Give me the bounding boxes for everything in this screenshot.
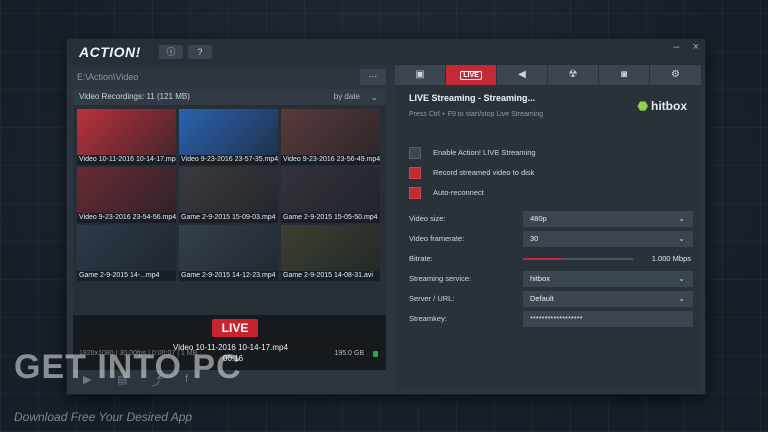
streaming-service-label: Streaming service: [409,274,472,283]
enable-live-checkbox[interactable] [409,147,421,159]
tab-screenshot[interactable]: ◙ [599,65,650,85]
minimize-icon[interactable]: – [673,41,679,53]
thumbnail-image [77,225,176,271]
action-window: ACTION! ⓘ ? – × E:\Action\Video ... Vide… [66,38,706,395]
browse-button[interactable]: ... [360,69,386,85]
camera-icon: ◙ [620,69,628,80]
streaming-service-row: Streaming service: hitbox ⌄ [409,271,693,287]
help-button[interactable]: ? [188,45,212,59]
thumbnail-image [281,109,380,155]
chevron-down-icon[interactable]: ⌄ [370,89,378,105]
thumbnail-image [77,109,176,155]
tab-benchmark[interactable]: ☢ [548,65,599,85]
auto-reconnect-label: Auto-reconnect [433,188,484,197]
stream-status-title: LIVE Streaming - Streaming... [409,93,536,103]
chevron-down-icon: ⌄ [678,214,685,223]
bitrate-row: Bitrate: 1.000 Mbps [409,251,691,267]
thumbnail-caption: Game 2-9-2015 14-...mp4 [79,272,160,279]
enable-live-label: Enable Action! LIVE Streaming [433,148,536,157]
recordings-panel: Video Recordings: 11 (121 MB) by date ⌄ … [73,89,386,370]
thumbnail-caption: Game 2-9-2015 14-08-31.avi [283,272,373,279]
thumbnail-image [179,109,278,155]
server-url-row: Server / URL: Default ⌄ [409,291,693,307]
live-tab-label: LIVE [460,71,482,80]
close-icon[interactable]: × [693,41,699,53]
thumbnail-caption: Game 2-9-2015 15-05-50.mp4 [283,214,378,221]
hitbox-logo: ⬣ hitbox [637,99,687,113]
tab-settings[interactable]: ⚙ [650,65,702,85]
benchmark-icon: ☢ [568,69,578,80]
disk-space: 195.0 GB [334,350,364,357]
streamkey-label: Streamkey: [409,314,447,323]
tab-audio[interactable]: ◀ [497,65,548,85]
sort-dropdown[interactable]: by date [334,89,360,105]
thumbnail-caption: Video 9-23-2016 23-57-35.mp4 [181,156,278,163]
thumbnail-image [281,225,380,271]
title-bar: ACTION! ⓘ ? – × [67,39,705,65]
tab-bar: ▣ LIVE ◀ ☢ ◙ ⚙ [395,65,702,85]
thumbnail-caption: Video 9-23-2016 23-56-49.mp4 [283,156,380,163]
video-size-select[interactable]: 480p ⌄ [523,211,693,227]
thumbnail-image [179,167,278,213]
app-logo: ACTION! [79,44,141,60]
thumbnail-image [77,167,176,213]
watermark-title: GET INTO PC [14,348,242,386]
recordings-header: Video Recordings: 11 (121 MB) by date ⌄ [73,89,386,105]
record-stream-checkbox[interactable] [409,167,421,179]
auto-reconnect-checkbox[interactable] [409,187,421,199]
record-icon: ▣ [415,69,425,80]
chevron-down-icon: ⌄ [678,274,685,283]
gear-icon: ⚙ [671,69,680,80]
record-stream-label: Record streamed video to disk [433,168,535,177]
bitrate-label: Bitrate: [409,254,433,263]
recording-thumbnail[interactable]: Game 2-9-2015 14-08-31.avi [281,225,380,281]
output-path: E:\Action\Video [77,72,139,82]
recording-thumbnail[interactable]: Video 9-23-2016 23-56-49.mp4 [281,109,380,165]
server-url-select[interactable]: Default ⌄ [523,291,693,307]
bitrate-slider[interactable] [523,258,633,260]
recording-thumbnail[interactable]: Game 2-9-2015 15-09-03.mp4 [179,167,278,223]
server-url-label: Server / URL: [409,294,455,303]
recording-thumbnail[interactable]: Video 10-11-2016 10-14-17.mp4 [77,109,176,165]
recording-thumbnail[interactable]: Video 9-23-2016 23-54-56.mp4 [77,167,176,223]
stream-hotkey-hint: Press Ctrl + F9 to start/stop Live Strea… [409,111,544,118]
recording-thumbnail[interactable]: Video 9-23-2016 23-57-35.mp4 [179,109,278,165]
chevron-down-icon: ⌄ [678,234,685,243]
thumbnail-caption: Video 9-23-2016 23-54-56.mp4 [79,214,176,221]
video-size-row: Video size: 480p ⌄ [409,211,693,227]
bitrate-value: 1.000 Mbps [651,254,691,263]
thumbnail-image [179,225,278,271]
recordings-count: Video Recordings: 11 (121 MB) [79,92,190,101]
video-size-label: Video size: [409,214,446,223]
window-controls: – × [663,41,699,53]
bitrate-slider-fill [523,258,562,260]
recording-thumbnail[interactable]: Game 2-9-2015 14-...mp4 [77,225,176,281]
thumbnail-image [281,167,380,213]
watermark-subtitle: Download Free Your Desired App [14,410,193,424]
streaming-service-select[interactable]: hitbox ⌄ [523,271,693,287]
info-icon: ⓘ [166,47,176,57]
speaker-icon: ◀ [518,69,526,80]
recording-thumbnail[interactable]: Game 2-9-2015 15-05-50.mp4 [281,167,380,223]
help-icon: ? [197,47,203,57]
live-badge: LIVE [212,319,258,337]
chevron-down-icon: ⌄ [678,294,685,303]
info-button[interactable]: ⓘ [159,45,183,59]
streamkey-input[interactable]: ****************** [523,311,693,327]
hitbox-icon: ⬣ [637,99,648,113]
tab-record[interactable]: ▣ [395,65,446,85]
tab-live[interactable]: LIVE [446,65,497,85]
recording-thumbnail[interactable]: Game 2-9-2015 14-12-23.mp4 [179,225,278,281]
thumbnail-caption: Game 2-9-2015 14-12-23.mp4 [181,272,276,279]
streamkey-row: Streamkey: ****************** [409,311,693,327]
video-framerate-row: Video framerate: 30 ⌄ [409,231,693,247]
thumbnail-caption: Video 10-11-2016 10-14-17.mp4 [79,156,176,163]
video-framerate-label: Video framerate: [409,234,465,243]
disk-status-icon [373,351,378,357]
thumbnail-caption: Game 2-9-2015 15-09-03.mp4 [181,214,276,221]
settings-panel: ▣ LIVE ◀ ☢ ◙ ⚙ LIVE Streaming - Streamin… [395,65,702,389]
video-framerate-select[interactable]: 30 ⌄ [523,231,693,247]
